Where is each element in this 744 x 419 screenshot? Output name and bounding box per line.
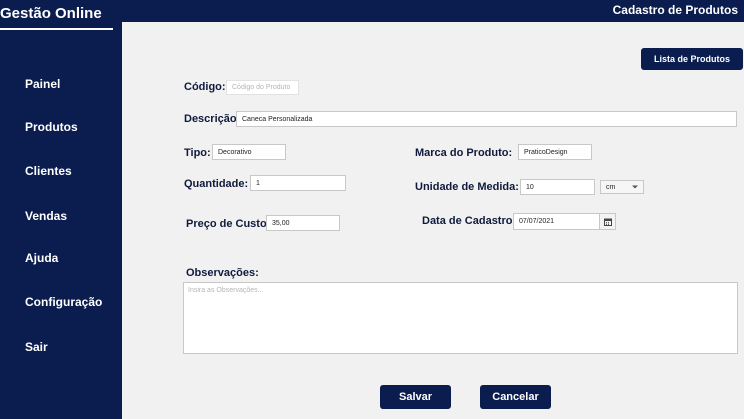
sidebar-item-vendas[interactable]: Vendas	[25, 209, 67, 223]
sidebar-item-produtos[interactable]: Produtos	[25, 120, 78, 134]
codigo-field[interactable]: Código do Produto	[226, 80, 299, 95]
product-list-button[interactable]: Lista de Produtos	[641, 48, 743, 70]
sidebar-item-painel[interactable]: Painel	[25, 77, 60, 91]
sidebar: Gestão Online Painel Produtos Clientes V…	[0, 0, 122, 419]
brand-title: Gestão Online	[0, 5, 102, 22]
unidade-field[interactable]: 10	[520, 179, 595, 195]
chevron-down-icon	[632, 185, 638, 189]
tipo-field[interactable]: Decorativo	[212, 144, 286, 160]
data-value: 07/07/2021	[519, 218, 555, 225]
cancel-button[interactable]: Cancelar	[480, 385, 551, 409]
sidebar-item-clientes[interactable]: Clientes	[25, 164, 72, 178]
marca-field[interactable]: PraticoDesign	[518, 144, 592, 160]
preco-label: Preço de Custo:	[186, 218, 271, 230]
unit-select[interactable]: cm	[600, 180, 644, 194]
page-title: Cadastro de Produtos	[612, 3, 738, 17]
marca-label: Marca do Produto:	[415, 147, 513, 159]
data-field[interactable]: 07/07/2021	[513, 213, 616, 230]
observacoes-label: Observações:	[186, 267, 259, 279]
descricao-label: Descrição:	[184, 113, 241, 125]
brand-divider	[0, 28, 113, 30]
unit-select-value: cm	[606, 183, 616, 191]
sidebar-item-ajuda[interactable]: Ajuda	[25, 251, 58, 265]
top-bar: Cadastro de Produtos	[122, 0, 744, 22]
tipo-label: Tipo:	[184, 147, 211, 159]
sidebar-item-sair[interactable]: Sair	[25, 340, 48, 354]
data-label: Data de Cadastro:	[422, 215, 517, 227]
calendar-icon[interactable]	[599, 214, 615, 229]
unidade-label: Unidade de Medida:	[415, 181, 519, 193]
save-button[interactable]: Salvar	[380, 385, 451, 409]
quantidade-field[interactable]: 1	[250, 175, 346, 191]
descricao-field[interactable]: Caneca Personalizada	[236, 111, 737, 127]
preco-field[interactable]: 35,00	[266, 215, 340, 231]
sidebar-item-configuracao[interactable]: Configuração	[25, 295, 102, 309]
codigo-label: Código:	[184, 81, 226, 93]
quantidade-label: Quantidade:	[184, 178, 249, 190]
observacoes-textarea[interactable]: Insira as Observações...	[183, 282, 738, 354]
